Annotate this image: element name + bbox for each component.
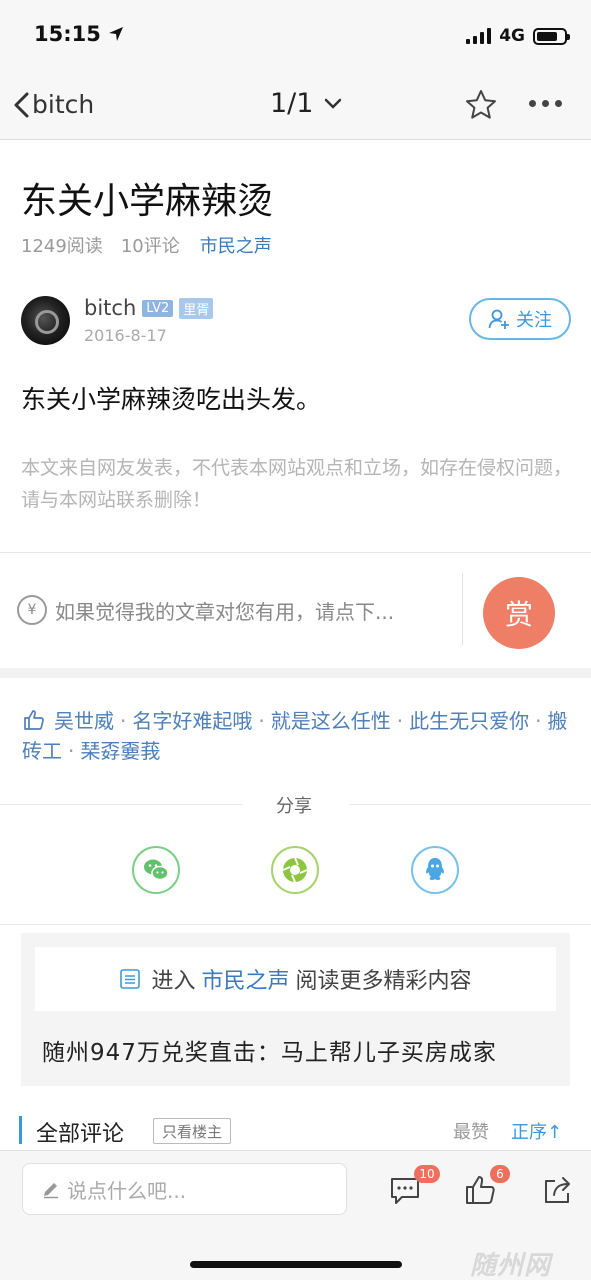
- liker-name[interactable]: 此生无只爱你: [409, 709, 529, 733]
- yen-icon: ¥: [17, 595, 47, 625]
- read-count: 1249阅读: [21, 236, 103, 257]
- liked-users: 吴世威 · 名字好难起哦 · 就是这么任性 · 此生无只爱你 · 搬砖工 · 琹孬嫑莪: [22, 709, 568, 763]
- author-name-row: bitch LV2 里胥: [84, 296, 214, 320]
- follow-button[interactable]: 关注: [469, 298, 571, 340]
- signal-icon: [466, 28, 492, 44]
- like-count-badge: 6: [490, 1165, 510, 1183]
- page-selector[interactable]: 1/1: [270, 88, 343, 119]
- sort-hot-button[interactable]: 最赞: [453, 1118, 489, 1144]
- chevron-down-icon: [325, 98, 342, 109]
- status-indicators: 4G: [466, 26, 570, 46]
- divider: [0, 924, 591, 925]
- status-time: 15:15: [34, 22, 124, 46]
- author-name[interactable]: bitch: [84, 296, 136, 320]
- page-indicator: 1/1: [270, 88, 314, 119]
- navigation-bar: bitch 1/1: [0, 70, 591, 140]
- reward-prompt-text: 如果觉得我的文章对您有用，请点下...: [55, 599, 395, 624]
- section-marker: [19, 1116, 22, 1144]
- comments-header: 全部评论 只看楼主 最赞 正序↑: [19, 1114, 571, 1147]
- share-label: 分享: [276, 796, 312, 817]
- status-bar: 15:15 4G: [0, 0, 591, 70]
- host-only-button[interactable]: 只看楼主: [153, 1118, 232, 1144]
- promo-forum-name: 市民之声: [201, 969, 290, 994]
- article-body: 东关小学麻辣烫吃出头发。: [21, 385, 322, 414]
- share-icon[interactable]: [541, 1173, 575, 1207]
- forum-promo: 进入 市民之声 阅读更多精彩内容 随州947万兑奖直击：马上帮儿子买房成家: [21, 933, 570, 1086]
- comment-input[interactable]: 说点什么吧...: [22, 1163, 347, 1215]
- add-user-icon: [488, 309, 509, 329]
- forum-link[interactable]: 市民之声: [200, 232, 272, 258]
- share-header: 分享: [0, 792, 591, 817]
- back-button[interactable]: bitch: [12, 90, 94, 119]
- back-label: bitch: [32, 90, 95, 119]
- list-icon: [120, 969, 141, 989]
- home-indicator[interactable]: [190, 1261, 402, 1268]
- liker-name[interactable]: 就是这么任性: [271, 709, 391, 733]
- comments-title: 全部评论: [36, 1122, 125, 1147]
- author-row: bitch LV2 里胥 2016-8-17 关注: [21, 296, 571, 348]
- comment-count-badge: 10: [414, 1165, 440, 1183]
- clock-text: 15:15: [34, 22, 101, 46]
- watermark-logo: 随州网: [470, 1251, 552, 1280]
- comment-count: 10评论: [120, 236, 180, 257]
- more-options-icon[interactable]: [529, 100, 562, 107]
- star-icon[interactable]: [464, 88, 498, 122]
- qq-icon[interactable]: [411, 846, 459, 894]
- like-icon[interactable]: 6: [464, 1165, 510, 1207]
- sort-order-button[interactable]: 正序↑: [511, 1118, 562, 1144]
- wechat-icon[interactable]: [132, 846, 180, 894]
- enter-forum-button[interactable]: 进入 市民之声 阅读更多精彩内容: [35, 947, 556, 1011]
- reward-row: ¥ 如果觉得我的文章对您有用，请点下... 赏: [0, 553, 591, 668]
- level-badge: LV2: [142, 299, 174, 317]
- article-meta: 1249阅读 10评论 市民之声: [21, 232, 272, 258]
- avatar[interactable]: [21, 296, 70, 345]
- chevron-left-icon: [14, 92, 29, 117]
- follow-label: 关注: [516, 310, 552, 331]
- battery-icon: [533, 27, 570, 45]
- liker-name[interactable]: 名字好难起哦: [132, 709, 252, 733]
- reward-button[interactable]: 赏: [483, 577, 555, 649]
- network-type: 4G: [499, 26, 525, 46]
- moments-icon[interactable]: [271, 846, 319, 894]
- enter-prefix: 进入: [151, 969, 196, 994]
- liker-name[interactable]: 琹孬嫑莪: [80, 739, 160, 763]
- promo-headline[interactable]: 随州947万兑奖直击：马上帮儿子买房成家: [42, 1033, 497, 1067]
- comments-icon[interactable]: 10: [388, 1165, 440, 1207]
- section-gap: [0, 668, 591, 678]
- reward-prompt: ¥ 如果觉得我的文章对您有用，请点下...: [17, 595, 394, 625]
- bottom-toolbar: 说点什么吧... 10 6 随州网: [0, 1150, 591, 1280]
- liker-name[interactable]: 吴世威: [54, 709, 114, 733]
- reward-separator: [462, 573, 463, 645]
- enter-suffix: 阅读更多精彩内容: [295, 969, 472, 994]
- post-date: 2016-8-17: [84, 326, 167, 345]
- rank-badge: 里胥: [179, 297, 214, 319]
- article-title: 东关小学麻辣烫: [21, 181, 274, 222]
- pencil-icon: [44, 1183, 58, 1199]
- disclaimer-text: 本文来自网友发表，不代表本网站观点和立场，如存在侵权问题，请与本网站联系删除！: [21, 457, 573, 511]
- location-arrow-icon: [109, 27, 124, 41]
- thumbs-up-icon: [24, 710, 44, 730]
- comment-placeholder: 说点什么吧...: [67, 1178, 187, 1203]
